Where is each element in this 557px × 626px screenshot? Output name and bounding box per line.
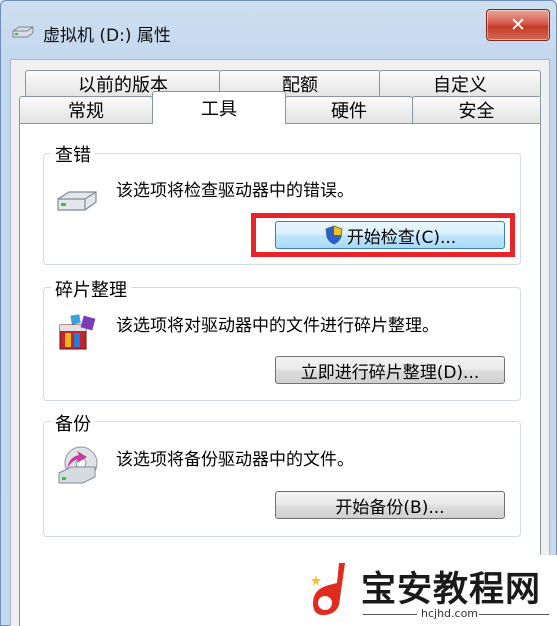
button-label: 立即进行碎片整理(D)... xyxy=(300,362,480,383)
tab-label: 自定义 xyxy=(433,75,487,96)
backup-group xyxy=(43,421,521,537)
title-bar[interactable]: 虚拟机 (D:) 属性 ✕ xyxy=(1,1,557,59)
watermark-rule xyxy=(479,614,549,615)
watermark-rule xyxy=(363,614,417,615)
defrag-icon xyxy=(59,314,96,350)
watermark: 宝安教程网 hcjhd.com xyxy=(301,555,557,626)
defrag-now-button[interactable]: 立即进行碎片整理(D)... xyxy=(275,356,505,384)
tab-general[interactable]: 常规 xyxy=(19,96,153,123)
tab-security[interactable]: 安全 xyxy=(412,96,541,123)
tab-label: 配额 xyxy=(282,75,318,96)
tab-label: 硬件 xyxy=(331,101,367,122)
tab-label: 安全 xyxy=(458,101,495,122)
uac-shield-icon xyxy=(325,225,343,245)
watermark-text: 宝安教程网 xyxy=(361,569,542,610)
tab-hardware[interactable]: 硬件 xyxy=(285,96,413,123)
watermark-url: hcjhd.com xyxy=(421,607,479,620)
button-label: 开始备份(B)... xyxy=(335,497,445,518)
drive-icon xyxy=(57,191,97,211)
backup-icon xyxy=(58,446,98,484)
tab-label: 工具 xyxy=(201,99,237,120)
group-title: 碎片整理 xyxy=(51,276,131,302)
start-check-button[interactable]: 开始检查(C)... xyxy=(275,221,505,249)
group-title: 备份 xyxy=(51,410,95,436)
group-description: 该选项将对驱动器中的文件进行碎片整理。 xyxy=(116,316,439,336)
drive-icon xyxy=(12,26,34,38)
watermark-logo xyxy=(311,563,345,615)
group-description: 该选项将备份驱动器中的文件。 xyxy=(116,450,354,470)
close-button[interactable]: ✕ xyxy=(486,9,550,41)
tab-tools[interactable]: 工具 xyxy=(152,91,286,124)
button-label: 开始检查(C)... xyxy=(346,227,457,248)
start-backup-button[interactable]: 开始备份(B)... xyxy=(275,491,505,519)
tab-label: 常规 xyxy=(68,101,104,122)
close-icon: ✕ xyxy=(510,14,526,36)
group-title: 查错 xyxy=(51,141,95,167)
tab-customize[interactable]: 自定义 xyxy=(379,70,541,97)
properties-window: 虚拟机 (D:) 属性 ✕ 以前的版本 配额 自定义 常规 工具 硬件 安全 查… xyxy=(0,0,557,626)
window-title: 虚拟机 (D:) 属性 xyxy=(43,26,171,46)
group-description: 该选项将检查驱动器中的错误。 xyxy=(116,181,354,201)
